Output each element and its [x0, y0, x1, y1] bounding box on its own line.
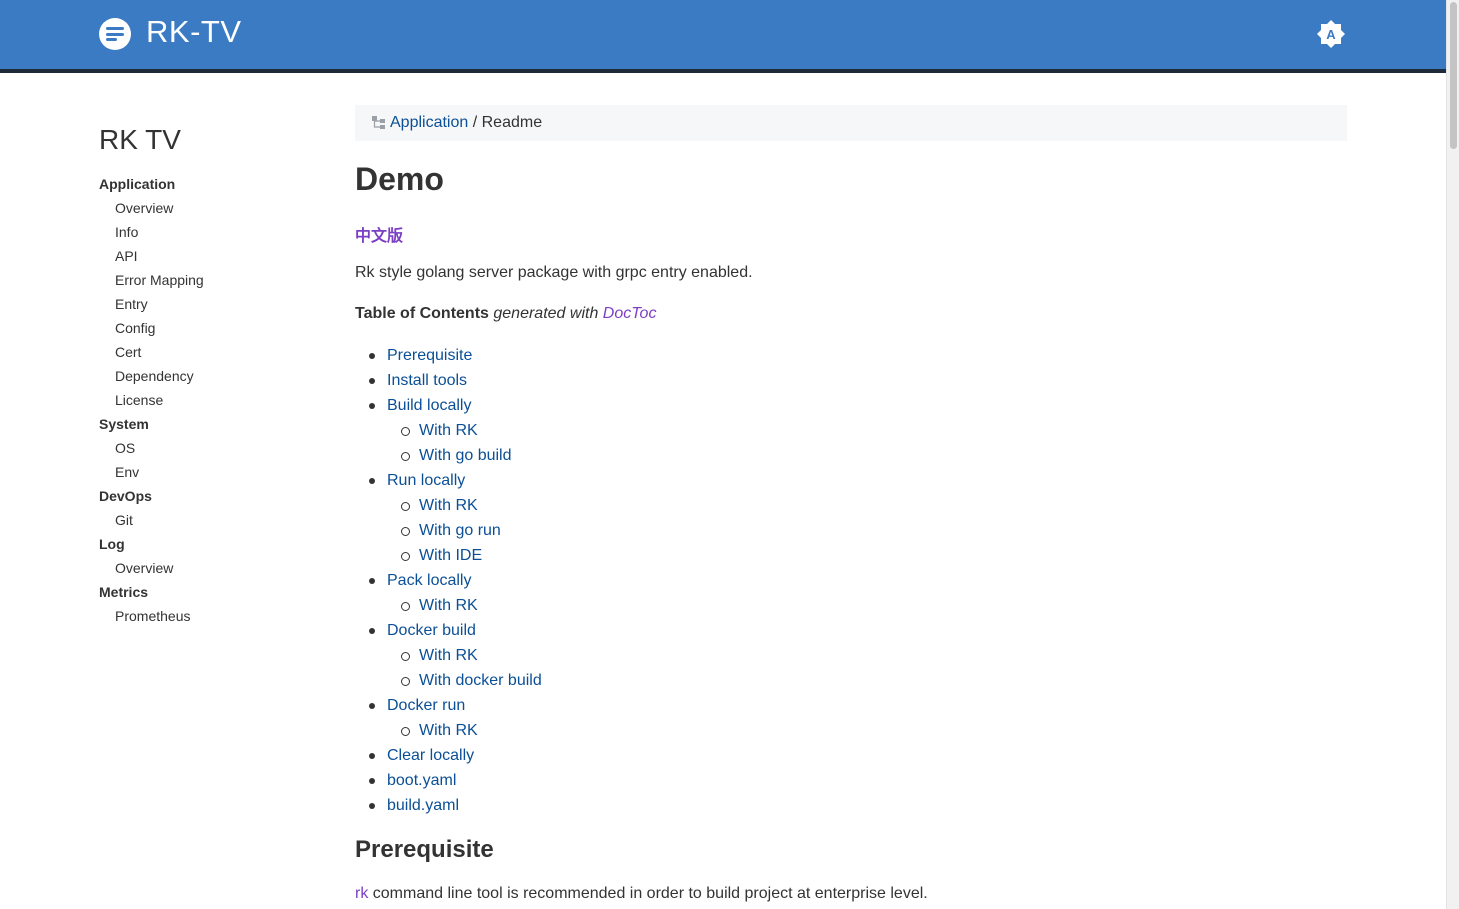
- toc-link-clear-locally[interactable]: Clear locally: [355, 743, 955, 768]
- sidebar-item-prometheus[interactable]: Prometheus: [99, 604, 319, 628]
- sidebar-item-overview[interactable]: Overview: [99, 196, 319, 220]
- sidebar-section-system[interactable]: System: [99, 412, 319, 436]
- toc-link-pack-locally[interactable]: Pack locally: [355, 568, 955, 593]
- prerequisite-text: rk command line tool is recommended in o…: [355, 885, 928, 903]
- section-title-prerequisite: Prerequisite: [355, 836, 494, 863]
- toc-link-docker-run[interactable]: Docker run: [355, 693, 955, 718]
- sidebar-item-entry[interactable]: Entry: [99, 292, 319, 316]
- sidebar-item-env[interactable]: Env: [99, 460, 319, 484]
- sidebar-section-application[interactable]: Application: [99, 172, 319, 196]
- intro-text: Rk style golang server package with grpc…: [355, 264, 753, 281]
- sidebar-section-metrics[interactable]: Metrics: [99, 580, 319, 604]
- sidebar-item-config[interactable]: Config: [99, 316, 319, 340]
- toc-link-build-yaml[interactable]: build.yaml: [355, 793, 955, 818]
- toc-link-with-rk[interactable]: With RK: [355, 643, 955, 668]
- sidebar-item-license[interactable]: License: [99, 388, 319, 412]
- toc-heading: Table of Contents generated with DocToc: [355, 305, 656, 323]
- menu-lines-icon[interactable]: [99, 18, 131, 50]
- scrollbar-thumb[interactable]: [1450, 2, 1457, 149]
- sidebar-item-api[interactable]: API: [99, 244, 319, 268]
- toc-link-docker-build[interactable]: Docker build: [355, 618, 955, 643]
- sidebar-item-os[interactable]: OS: [99, 436, 319, 460]
- sidebar-section-devops[interactable]: DevOps: [99, 484, 319, 508]
- toc-link-with-rk[interactable]: With RK: [355, 418, 955, 443]
- sidebar-item-git[interactable]: Git: [99, 508, 319, 532]
- toc-link-prerequisite[interactable]: Prerequisite: [355, 343, 955, 368]
- toc-link-with-go-run[interactable]: With go run: [355, 518, 955, 543]
- brand-title[interactable]: RK-TV: [146, 14, 242, 50]
- sidebar-item-dependency[interactable]: Dependency: [99, 364, 319, 388]
- rk-link[interactable]: rk: [355, 885, 368, 902]
- toc-link-with-ide[interactable]: With IDE: [355, 543, 955, 568]
- sidebar-item-cert[interactable]: Cert: [99, 340, 319, 364]
- sidebar-nav: Application Overview Info API Error Mapping E…: [99, 172, 319, 628]
- toc-link-install-tools[interactable]: Install tools: [355, 368, 955, 393]
- prerequisite-body: command line tool is recommended in orde…: [368, 885, 928, 902]
- breadcrumb-current: Readme: [481, 114, 543, 131]
- brightness-auto-icon[interactable]: A: [1316, 19, 1346, 49]
- top-bar-border: [0, 69, 1446, 73]
- sidebar-item-info[interactable]: Info: [99, 220, 319, 244]
- tree-icon: [372, 116, 385, 129]
- svg-text:A: A: [1326, 27, 1336, 42]
- toc-label: Table of Contents: [355, 305, 489, 322]
- sidebar-title: RK TV: [99, 124, 181, 155]
- page-scrollbar[interactable]: [1446, 0, 1459, 909]
- main-content: Application / Readme Demo 中文版 Rk style g…: [355, 105, 1347, 902]
- toc-link-with-rk[interactable]: With RK: [355, 493, 955, 518]
- breadcrumb-separator: /: [468, 114, 482, 131]
- top-bar: RK-TV A: [0, 0, 1446, 69]
- toc-link-with-rk[interactable]: With RK: [355, 718, 955, 743]
- sidebar-item-error-mapping[interactable]: Error Mapping: [99, 268, 319, 292]
- breadcrumb: Application / Readme: [355, 105, 1347, 141]
- table-of-contents: Prerequisite Install tools Build locally Wi…: [355, 343, 955, 818]
- chinese-version-link[interactable]: 中文版: [355, 222, 403, 246]
- toc-link-with-docker-build[interactable]: With docker build: [355, 668, 955, 693]
- toc-link-run-locally[interactable]: Run locally: [355, 468, 955, 493]
- toc-link-with-rk[interactable]: With RK: [355, 593, 955, 618]
- doctoc-link[interactable]: DocToc: [603, 305, 657, 322]
- toc-link-with-go-build[interactable]: With go build: [355, 443, 955, 468]
- toc-generated-text: generated with: [493, 305, 599, 322]
- toc-link-build-locally[interactable]: Build locally: [355, 393, 955, 418]
- breadcrumb-link-application[interactable]: Application: [390, 114, 468, 131]
- sidebar-item-overview[interactable]: Overview: [99, 556, 319, 580]
- page-title: Demo: [355, 161, 444, 197]
- toc-link-boot-yaml[interactable]: boot.yaml: [355, 768, 955, 793]
- sidebar-section-log[interactable]: Log: [99, 532, 319, 556]
